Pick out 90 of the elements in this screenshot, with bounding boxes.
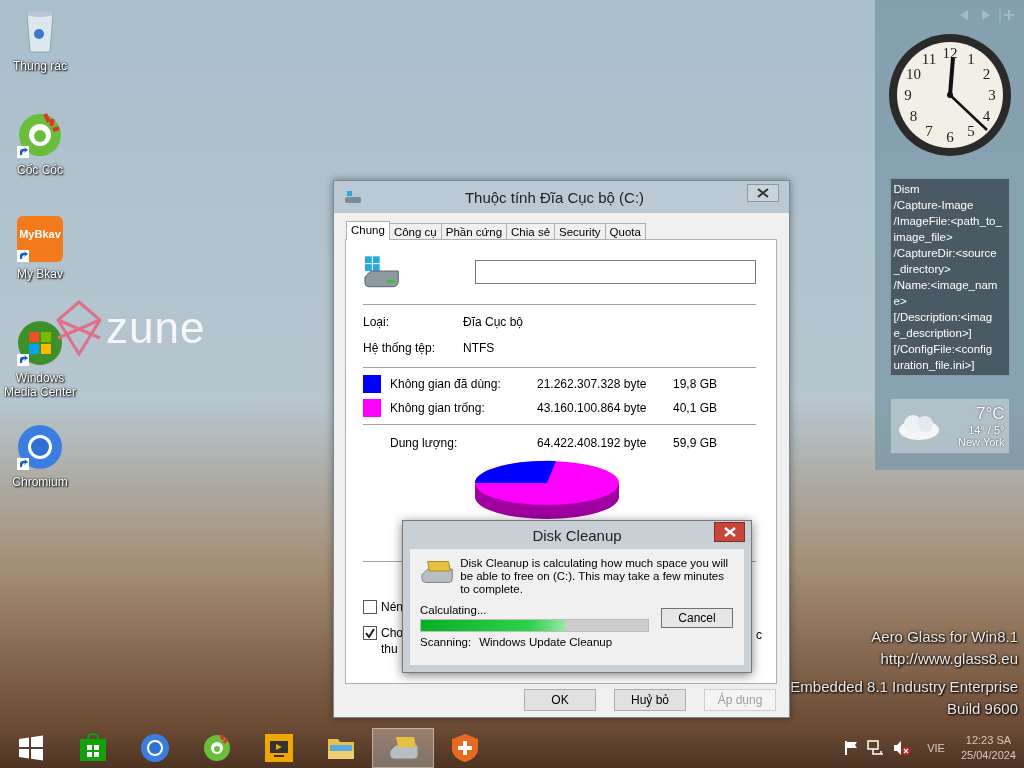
icon-label: MyBkav — [19, 228, 61, 240]
field-value: NTFS — [463, 341, 495, 355]
tab[interactable]: Quota — [604, 223, 646, 239]
clock-numeral: 6 — [945, 129, 954, 145]
cancel-button[interactable]: Cancel — [661, 608, 733, 628]
field-label: Hệ thống tệp: — [363, 341, 437, 355]
window-title: Thuộc tính Đĩa Cục bộ (C:) — [463, 188, 646, 206]
name-field[interactable] — [475, 260, 756, 284]
drive-icon — [344, 190, 362, 204]
size-value: 40,1 GB — [673, 401, 718, 415]
tab[interactable]: Phần cứng — [440, 223, 508, 239]
clock-numeral: 4 — [982, 108, 990, 124]
close-icon — [757, 188, 769, 198]
checkbox-label: Cho — [381, 625, 403, 641]
clock-numeral: 5 — [966, 123, 975, 140]
desktop-text: http://www.glass8.eu — [880, 650, 1018, 667]
field-label: Không gian đã dùng: — [390, 377, 502, 391]
clock-date[interactable]: 25/04/2024 — [960, 748, 1016, 763]
tab[interactable]: Chia sẻ — [506, 223, 556, 239]
checkbox[interactable] — [363, 626, 377, 640]
close-button[interactable] — [714, 522, 745, 542]
desktop-text: Embedded 8.1 Industry Enterprise — [790, 678, 1018, 695]
field-value: Windows Update Cleanup — [479, 636, 613, 648]
desktop-text: Aero Glass for Win8.1 — [871, 628, 1018, 645]
note-text: e> — [893, 294, 908, 309]
byte-count: 43.160.100.864 byte — [537, 401, 648, 415]
field-label: Loại: — [363, 315, 391, 329]
dialog-button[interactable]: Huỷ bỏ — [614, 689, 686, 711]
clock-numeral: 3 — [987, 87, 996, 103]
tab[interactable]: Chung — [346, 221, 390, 240]
checkbox-label: thu — [381, 641, 399, 657]
check-icon — [365, 628, 375, 638]
browser-icon — [140, 733, 170, 763]
field-value: Đĩa Cục bộ — [463, 315, 524, 329]
clock-numeral: 11 — [921, 50, 936, 67]
close-button[interactable] — [747, 184, 779, 202]
field-label: Không gian trống: — [390, 401, 486, 415]
flag-icon[interactable] — [843, 740, 860, 756]
byte-count: 64.422.408.192 byte — [537, 436, 648, 450]
clock-numeral: 8 — [909, 108, 917, 124]
field-label: Dung lượng: — [390, 436, 459, 450]
window-title: Disk Cleanup — [532, 526, 622, 544]
note-text: uration_file.ini>] — [893, 358, 976, 373]
store-icon — [78, 733, 108, 763]
checkbox-label: Nén — [381, 599, 403, 615]
dialog-button[interactable]: OK — [524, 689, 596, 711]
clock-numeral: 7 — [924, 123, 933, 140]
size-value: 59,9 GB — [673, 436, 718, 450]
size-value: 19,8 GB — [673, 377, 718, 391]
field-label: Scanning: — [420, 636, 472, 648]
clock-numeral: 9 — [903, 87, 912, 103]
close-icon — [723, 527, 736, 537]
media-player-icon — [264, 733, 294, 763]
desktop-text: Build 9600 — [947, 700, 1018, 717]
byte-count: 21.262.307.328 byte — [537, 377, 648, 391]
star-logo-icon — [56, 300, 102, 356]
checkbox[interactable] — [363, 600, 377, 614]
clock-numeral: 10 — [905, 66, 921, 82]
tab[interactable]: Security — [554, 223, 606, 239]
clock-numeral: 12 — [942, 45, 957, 61]
note-text: /CaptureDir:<source — [893, 246, 998, 261]
clock-time[interactable]: 12:23 SA — [965, 733, 1012, 748]
note-text: image_file> — [893, 230, 954, 245]
network-icon[interactable] — [867, 740, 886, 756]
status-text: Calculating... — [420, 604, 488, 616]
browser-icon[interactable] — [15, 422, 65, 472]
checkbox-label: c — [756, 628, 762, 642]
city-name: New York — [958, 436, 1005, 448]
logo-text: zune — [106, 303, 206, 353]
note-text: e_description>] — [893, 326, 973, 341]
message-text: Disk Cleanup is calculating how much space you will be able to free on (C:). This may take a few minutes to complete. — [460, 557, 730, 596]
clock-numeral: 2 — [982, 66, 990, 82]
start-icon — [16, 733, 46, 763]
tab[interactable]: Công cụ — [388, 223, 442, 239]
clock-numeral: 1 — [966, 50, 975, 67]
note-text: Dism — [893, 182, 921, 197]
volume-muted-icon[interactable] — [893, 740, 912, 756]
language-indicator[interactable]: VIE — [927, 742, 945, 754]
media-center-icon[interactable] — [15, 318, 65, 368]
browser-icon — [202, 733, 232, 763]
note-text: /ImageFile:<path_to_ — [893, 214, 1003, 229]
drive-icon — [363, 255, 401, 289]
note-text: [/Description:<imag — [893, 310, 994, 325]
note-text: /Name:<image_nam — [893, 278, 999, 293]
temperature-range: 14° / 5° — [968, 424, 1005, 436]
shield-icon — [450, 733, 480, 763]
note-text: /Capture-Image — [893, 198, 975, 213]
note-text: _directory> — [893, 262, 952, 277]
note-text: [/ConfigFile:<config — [893, 342, 994, 357]
temperature-text: 7°C — [975, 404, 1005, 424]
